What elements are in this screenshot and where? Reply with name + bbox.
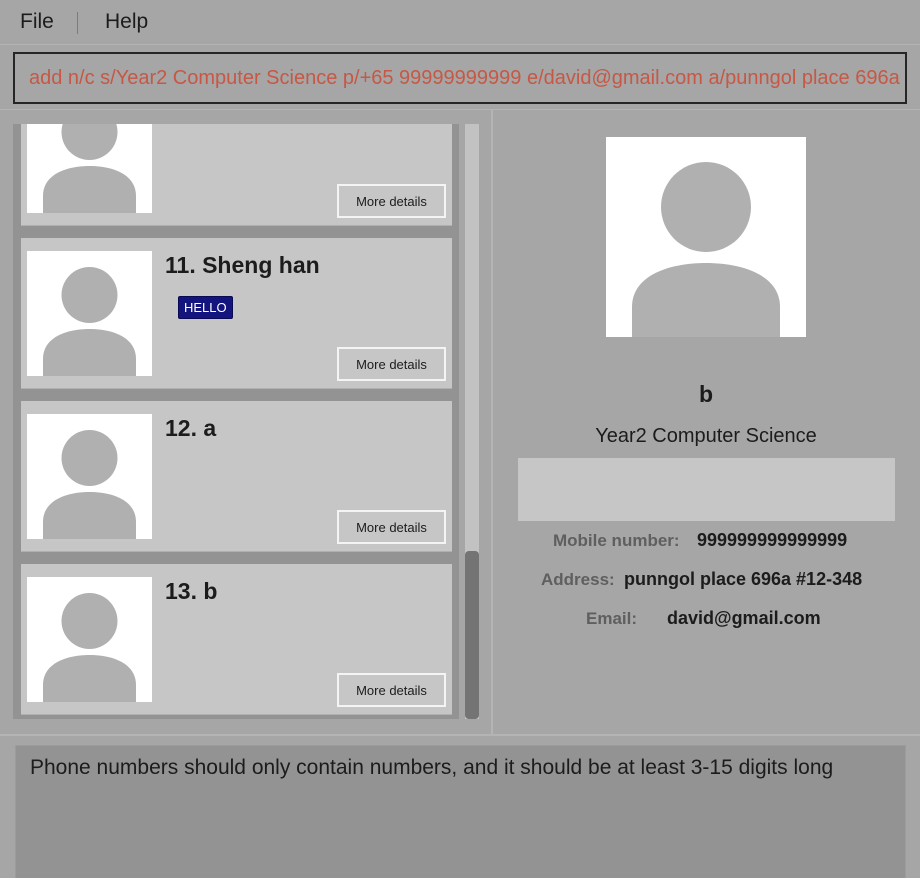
avatar-placeholder-icon xyxy=(27,577,152,702)
list-scrollbar-thumb[interactable] xyxy=(465,551,479,719)
detail-name: b xyxy=(698,381,714,407)
more-details-button[interactable]: More details xyxy=(337,673,446,707)
address-label: Address: xyxy=(541,570,615,589)
tag-badge: HELLO xyxy=(178,296,233,319)
more-details-button[interactable]: More details xyxy=(337,347,446,381)
menu-help[interactable]: Help xyxy=(105,10,148,34)
detail-course: Year2 Computer Science xyxy=(595,425,817,447)
avatar-placeholder-icon xyxy=(27,414,152,539)
more-details-button[interactable]: More details xyxy=(337,184,446,218)
person-card[interactable]: More details xyxy=(21,124,452,226)
person-name: 12. a xyxy=(165,415,217,441)
result-display[interactable]: Phone numbers should only contain number… xyxy=(15,745,906,878)
avatar-placeholder-icon xyxy=(27,124,152,213)
person-card[interactable]: 11. Sheng han HELLO More details xyxy=(21,238,452,389)
email-label: Email: xyxy=(586,609,638,628)
person-list[interactable]: More details 11. Sheng han HELLO More de… xyxy=(13,124,459,719)
person-name: 13. b xyxy=(165,578,218,604)
menu-file[interactable]: File xyxy=(20,10,54,34)
detail-tags-area xyxy=(518,458,895,521)
detail-avatar-placeholder-icon xyxy=(606,137,806,337)
person-name: 11. Sheng han xyxy=(165,252,320,278)
more-details-button[interactable]: More details xyxy=(337,510,446,544)
command-bar: add n/c s/Year2 Computer Science p/+65 9… xyxy=(0,44,920,110)
person-card[interactable]: 13. b More details xyxy=(21,564,452,715)
result-panel: Phone numbers should only contain number… xyxy=(0,734,920,878)
avatar-placeholder-icon xyxy=(27,251,152,376)
command-text: add n/c s/Year2 Computer Science p/+65 9… xyxy=(29,67,907,89)
mobile-label: Mobile number: xyxy=(553,531,680,550)
result-message: Phone numbers should only contain number… xyxy=(30,756,834,779)
command-input[interactable]: add n/c s/Year2 Computer Science p/+65 9… xyxy=(13,52,907,104)
mobile-value: 999999999999999 xyxy=(697,530,848,550)
menu-separator xyxy=(77,12,78,34)
menu-bar: File Help xyxy=(0,0,920,44)
person-card[interactable]: 12. a More details xyxy=(21,401,452,552)
panel-divider[interactable] xyxy=(491,110,493,734)
email-value: david@gmail.com xyxy=(667,608,821,628)
address-value: punngol place 696a #12-348 xyxy=(624,569,863,589)
